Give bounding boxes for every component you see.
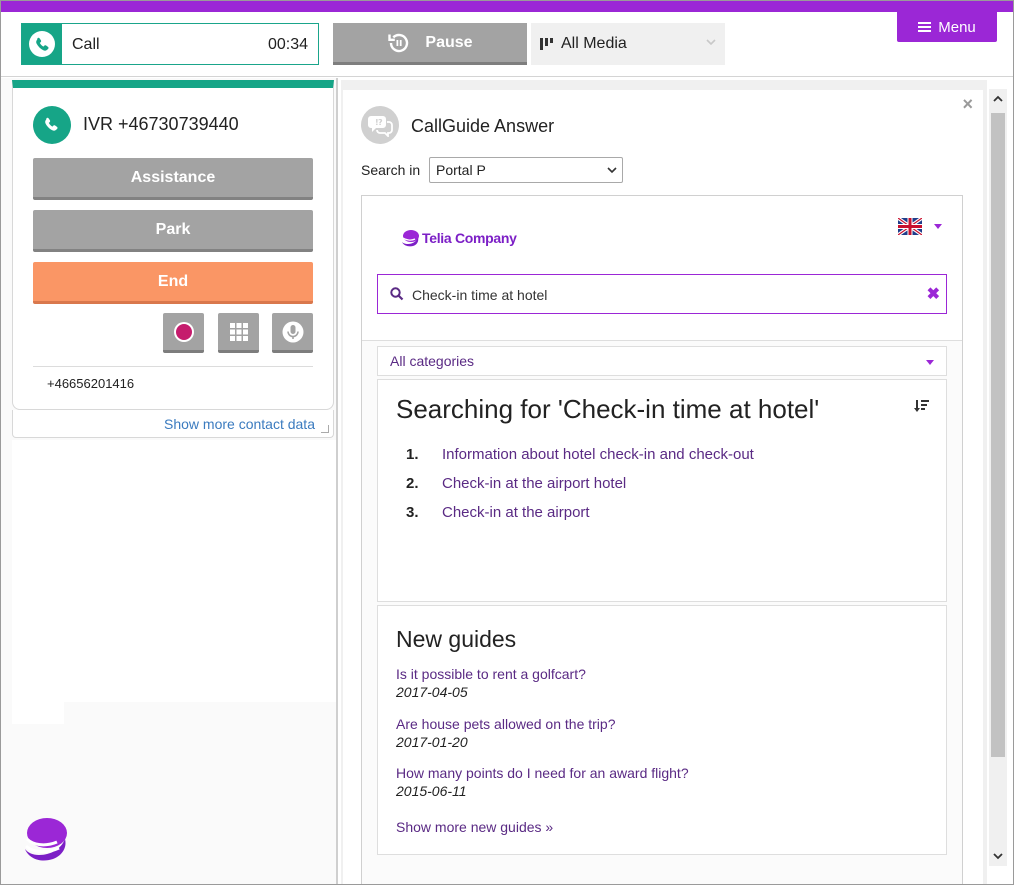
portal-value: Portal P	[436, 162, 486, 178]
chat-bubbles-icon: ! ?	[361, 106, 399, 144]
result-link[interactable]: Check-in at the airport	[442, 504, 590, 521]
keypad-button[interactable]	[218, 313, 259, 353]
uk-flag-icon[interactable]	[897, 216, 923, 240]
top-accent-strip	[1, 1, 1013, 12]
result-item[interactable]: 2. Check-in at the airport hotel	[406, 475, 626, 492]
chevron-down-icon	[993, 853, 1003, 860]
new-guide-link[interactable]: Is it possible to rent a golfcart?	[396, 666, 586, 682]
svg-text:?: ?	[378, 118, 383, 127]
phone-icon	[22, 24, 62, 64]
new-guide-link[interactable]: Are house pets allowed on the trip?	[396, 716, 615, 732]
new-guide-item[interactable]: How many points do I need for an award f…	[396, 765, 689, 799]
media-select[interactable]: All Media	[531, 23, 725, 65]
end-button[interactable]: End	[33, 262, 313, 304]
hamburger-icon	[918, 22, 932, 32]
chevron-down-icon	[706, 39, 716, 46]
results-title: Searching for 'Check-in time at hotel'	[396, 394, 820, 424]
resize-handle[interactable]	[321, 425, 329, 433]
result-link[interactable]: Check-in at the airport hotel	[442, 475, 626, 492]
pause-button[interactable]: Pause	[333, 23, 527, 65]
new-guide-link[interactable]: How many points do I need for an award f…	[396, 765, 689, 781]
record-button[interactable]	[163, 313, 204, 353]
media-label: All Media	[561, 35, 627, 52]
new-guide-item[interactable]: Is it possible to rent a golfcart? 2017-…	[396, 666, 586, 700]
divider	[33, 366, 313, 367]
mute-button[interactable]	[272, 313, 313, 353]
new-guide-date: 2017-04-05	[396, 684, 468, 700]
app-window: Call 00:34 Pause All Media Menu IVR +467…	[0, 0, 1014, 885]
show-more-guides-link[interactable]: Show more new guides »	[396, 819, 553, 835]
guide-search-value: Check-in time at hotel	[412, 287, 548, 303]
result-link[interactable]: Information about hotel check-in and che…	[442, 446, 754, 463]
guide-search-input[interactable]: Check-in time at hotel ✖	[377, 274, 947, 314]
show-more-contact-label: Show more contact data	[164, 416, 315, 432]
guide-header: Telia Company Check-in time at hotel ✖	[362, 196, 962, 341]
record-icon	[173, 321, 194, 342]
search-results: Searching for 'Check-in time at hotel' 1…	[377, 379, 947, 602]
chevron-up-icon	[993, 95, 1003, 102]
contact-card: IVR +46730739440 Assistance Park End +46…	[12, 80, 334, 410]
menu-button[interactable]: Menu	[897, 12, 997, 42]
clear-search-button[interactable]: ✖	[927, 284, 940, 304]
telia-brand-name: Telia Company	[422, 230, 517, 246]
left-panel: IVR +46730739440 Assistance Park End +46…	[1, 78, 338, 884]
sort-icon[interactable]	[914, 398, 930, 414]
telia-logo	[21, 815, 69, 870]
chevron-down-icon	[607, 167, 617, 174]
result-number: 2.	[406, 475, 419, 492]
menu-label: Menu	[938, 18, 976, 36]
callguide-panel: × ! ? CallGuide Answer Search in Portal …	[341, 80, 987, 884]
result-number: 1.	[406, 446, 419, 463]
category-select[interactable]: All categories	[377, 346, 947, 376]
pause-label: Pause	[425, 33, 473, 51]
end-label: End	[157, 272, 189, 290]
left-panel-tab	[12, 700, 64, 724]
call-timer: 00:34	[267, 36, 308, 53]
chevron-down-icon	[926, 360, 934, 365]
park-label: Park	[155, 220, 191, 238]
result-item[interactable]: 1. Information about hotel check-in and c…	[406, 446, 754, 463]
scroll-thumb[interactable]	[991, 113, 1005, 757]
call-status[interactable]: Call 00:34	[21, 23, 319, 65]
microphone-icon	[282, 321, 303, 342]
scroll-down-button[interactable]	[989, 846, 1007, 866]
caller-id: IVR +46730739440	[83, 114, 239, 134]
callguide-title: CallGuide Answer	[411, 116, 555, 136]
left-panel-area	[12, 440, 336, 702]
callguide-content: × ! ? CallGuide Answer Search in Portal …	[343, 90, 983, 884]
call-label: Call	[72, 36, 100, 53]
result-item[interactable]: 3. Check-in at the airport	[406, 504, 590, 521]
new-guide-item[interactable]: Are house pets allowed on the trip? 2017…	[396, 716, 615, 750]
language-caret-icon[interactable]	[934, 224, 942, 229]
new-guides-section: New guides Is it possible to rent a golf…	[377, 605, 947, 855]
telia-company-logo: Telia Company	[400, 228, 517, 248]
media-bars-icon	[540, 38, 553, 50]
new-guides-title: New guides	[396, 626, 517, 652]
new-guide-date: 2017-01-20	[396, 734, 468, 750]
category-value: All categories	[390, 353, 475, 369]
search-icon	[390, 287, 404, 301]
phone-icon	[33, 106, 71, 144]
park-button[interactable]: Park	[33, 210, 313, 252]
guide-frame: Telia Company Check-in time at hotel ✖ A…	[361, 195, 963, 884]
search-in-label: Search in	[361, 162, 421, 178]
assistance-label: Assistance	[130, 168, 216, 186]
vertical-scrollbar[interactable]	[989, 89, 1007, 866]
pause-cycle-icon	[388, 33, 409, 52]
portal-select[interactable]: Portal P	[429, 157, 623, 183]
assistance-button[interactable]: Assistance	[33, 158, 313, 200]
contact-phone-number: +46656201416	[47, 376, 135, 391]
new-guide-date: 2015-06-11	[396, 783, 467, 799]
show-more-contact-link[interactable]: Show more contact data	[12, 410, 334, 438]
close-button[interactable]: ×	[962, 94, 973, 115]
top-toolbar: Call 00:34 Pause All Media Menu	[1, 12, 1013, 77]
result-number: 3.	[406, 504, 419, 521]
scroll-up-button[interactable]	[989, 89, 1007, 109]
keypad-icon	[229, 322, 248, 341]
